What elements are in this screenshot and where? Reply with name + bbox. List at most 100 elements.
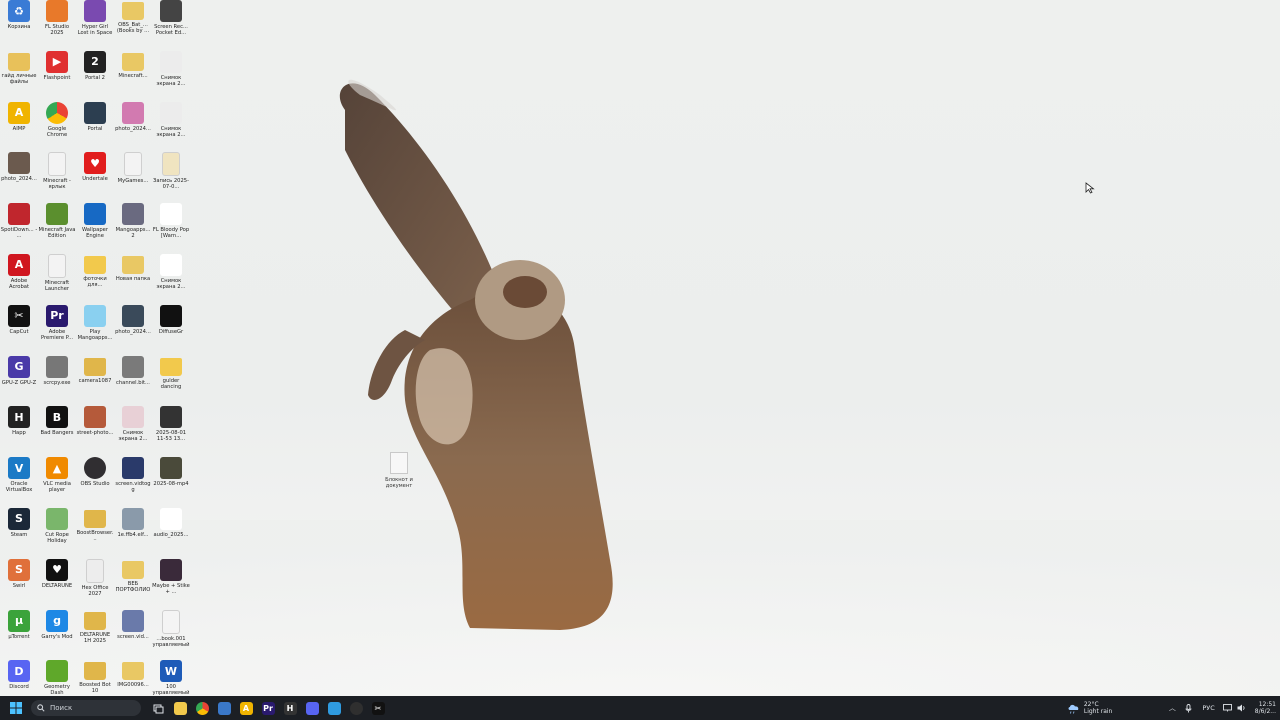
desktop-icon[interactable]: photo_2024... [114, 304, 152, 356]
taskbar-app-capcut[interactable]: ✂ [367, 697, 389, 719]
taskbar-app-file-explorer[interactable] [169, 697, 191, 719]
desktop-icon[interactable]: scrcpy.exe [38, 355, 76, 407]
desktop-icon[interactable]: 2 Portal 2 [76, 50, 114, 102]
taskbar-app-chrome[interactable] [191, 697, 213, 719]
desktop-icon[interactable]: Запись 2025-07-0... [152, 152, 190, 203]
desktop-icon-label: Adobe Acrobat [8, 277, 29, 290]
clock[interactable]: 12:51 8/6/2... [1255, 701, 1276, 715]
desktop-icon[interactable]: Cut Rope Holiday [38, 507, 76, 559]
taskbar-search[interactable]: Поиск [31, 700, 141, 716]
desktop-icon[interactable]: g Garry's Mod [38, 609, 76, 661]
desktop-icon[interactable]: ▶ Flashpoint [38, 50, 76, 102]
desktop-icon[interactable]: ▶ FL Bloody Pop [Warn... [152, 203, 190, 254]
taskbar-app-discord[interactable] [301, 697, 323, 719]
desktop-icon[interactable]: ♥ Undertale [76, 152, 114, 203]
desktop-icon[interactable]: S Swirl [0, 558, 38, 610]
desktop-icon[interactable]: ♻ Корзина [0, 0, 38, 51]
task-view-button[interactable] [147, 697, 169, 719]
desktop-icon[interactable]: ▲ VLC media player [38, 457, 76, 508]
flashpoint-icon: ▶ [46, 50, 68, 73]
windows-logo-icon [10, 702, 22, 714]
taskbar-app-happ[interactable]: H [279, 697, 301, 719]
desktop-icon[interactable]: Снимок экрана 2... [152, 253, 190, 305]
desktop-icon[interactable]: photo_2024... [114, 101, 152, 153]
desktop-icon[interactable]: DiffuseGr [152, 304, 190, 356]
desktop-icon[interactable]: ВЕБ ПОРТФОЛИО [114, 559, 152, 610]
desktop-file-icon[interactable]: Блокнот и документ [378, 452, 420, 489]
microphone-button[interactable] [1180, 697, 1196, 719]
desktop-icon[interactable]: 2025-08-01 11-53 13... [152, 406, 190, 457]
desktop-icon[interactable]: OBS Studio [76, 457, 114, 508]
desktop-icon[interactable]: Mangoapps... 2 [114, 203, 152, 254]
desktop-icon[interactable]: street-photo... [76, 406, 114, 457]
desktop-icon-label: scrcpy.exe [43, 379, 71, 386]
desktop-icon-label: Hyper Girl Lost in Space [77, 24, 113, 36]
desktop-icon[interactable]: 1e.ffb4.elf... [114, 507, 152, 559]
network-button[interactable] [1221, 697, 1235, 719]
file-icon [390, 452, 408, 474]
desktop-icon[interactable]: Новая папка [114, 254, 152, 305]
desktop-icon[interactable]: BoostBrowser... [76, 508, 114, 559]
desktop-icon[interactable]: Portal [76, 101, 114, 153]
desktop-icon[interactable]: V Oracle VirtualBox [0, 457, 38, 508]
desktop-icon[interactable]: ♥ DELTARUNE [38, 558, 76, 610]
desktop-icon[interactable]: Minecraft Launcher [38, 253, 76, 305]
desktop-icon[interactable]: A Adobe Acrobat [0, 253, 38, 305]
desktop-icon[interactable]: photo_2024... [0, 152, 38, 203]
desktop-icon-label: Minecraft Java Edition [38, 227, 76, 240]
desktop-icon[interactable]: фоточки для... [76, 254, 114, 305]
desktop-icon[interactable]: screen.vid... [114, 609, 152, 661]
start-button[interactable] [5, 697, 27, 719]
portal-icon [84, 101, 106, 124]
video-icon [160, 457, 182, 480]
desktop-icon[interactable]: DELTARUNE 1H 2025 [76, 610, 114, 661]
desktop-icon[interactable]: Hyper Girl Lost in Space [76, 0, 114, 51]
desktop-icon[interactable]: FL Studio 2025 [38, 0, 76, 51]
desktop-icon[interactable]: B Bad Bangers [38, 406, 76, 457]
desktop-icon[interactable]: Play Mangoapps... [76, 304, 114, 356]
desktop-icon[interactable]: Снимок экрана 2... [152, 50, 190, 102]
desktop-icon[interactable]: S Steam [0, 507, 38, 559]
desktop-icon[interactable]: Maybe + Stike + ... [152, 558, 190, 610]
desktop-icon[interactable]: Снимок экрана 2... [152, 101, 190, 153]
desktop-icon[interactable]: Minecraft... [114, 51, 152, 102]
desktop-icon[interactable]: G GPU-Z GPU-Z [0, 355, 38, 407]
desktop-icon[interactable]: ...book.001 управляемый [152, 609, 190, 661]
desktop-icon[interactable]: gulder dancing [152, 356, 190, 407]
desktop-icon[interactable]: Minecraft - ярлык [38, 152, 76, 203]
desktop-icon[interactable]: channel.bit... [114, 355, 152, 407]
desktop-icon[interactable]: гайд личные файлы [0, 51, 38, 102]
deltarune-icon: ♥ [46, 558, 68, 581]
taskbar-app-aimp[interactable]: A [235, 697, 257, 719]
desktop-icon-label: гайд личные файлы [1, 72, 37, 85]
desktop-icon[interactable]: H Happ [0, 406, 38, 457]
desktop-icon[interactable]: Google Chrome [38, 101, 76, 153]
desktop-icon[interactable]: ✂ CapCut [0, 304, 38, 356]
taskbar-app-obs[interactable] [345, 697, 367, 719]
taskbar-app-app-blue[interactable] [323, 697, 345, 719]
desktop-icon[interactable]: µ µTorrent [0, 609, 38, 661]
desktop-icon[interactable]: 2025-08-mp4 [152, 457, 190, 508]
language-indicator[interactable]: РУС [1202, 704, 1214, 712]
desktop-icon[interactable]: MyGames... [114, 152, 152, 203]
weather-widget[interactable]: 22°C Light rain [1067, 701, 1112, 715]
desktop-icon[interactable]: Minecraft Java Edition [38, 203, 76, 254]
desktop-icon[interactable]: Hex Office 2027 [76, 558, 114, 610]
desktop-icon[interactable]: OBS_Bat_... (Books by ... [114, 0, 152, 51]
taskbar-app-premiere[interactable]: Pr [257, 697, 279, 719]
desktop-icon-label: VLC media player [43, 481, 71, 494]
desktop-icon[interactable]: camera1087 [76, 356, 114, 407]
desktop-icon[interactable]: Wallpaper Engine [76, 203, 114, 254]
desktop-icon[interactable]: SpotiDown... - ... [0, 203, 38, 254]
taskbar-app-store[interactable] [213, 697, 235, 719]
desktop-icon[interactable]: Screen Rec... Pocket Ed... [152, 0, 190, 51]
desktop-icon[interactable]: screen.vidtogg [114, 457, 152, 508]
desktop-icon[interactable]: ▶ audio_2025... [152, 507, 190, 559]
tray-overflow-button[interactable]: ︿ [1164, 697, 1180, 719]
desktop-icon-label: Undertale [82, 176, 108, 183]
desktop-icon[interactable]: Снимок экрана 2... [114, 406, 152, 457]
virtualbox-icon: V [8, 457, 30, 480]
volume-button[interactable] [1235, 697, 1249, 719]
desktop-icon[interactable]: A AIMP [0, 101, 38, 153]
desktop-icon[interactable]: Pr Adobe Premiere P... [38, 304, 76, 356]
